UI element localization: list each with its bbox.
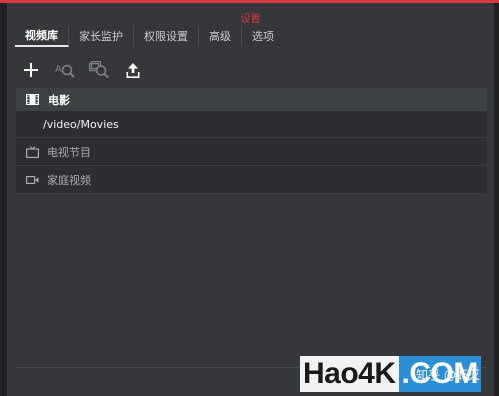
tab-options[interactable]: 选项 <box>242 25 284 47</box>
library-list: 电影 /video/Movies 电视节目 家庭视频 <box>16 88 487 194</box>
library-folder-path[interactable]: /video/Movies <box>16 111 487 138</box>
library-tv-shows[interactable]: 电视节目 <box>16 138 487 166</box>
library-tv-label: 电视节目 <box>47 145 91 159</box>
plus-icon <box>24 63 38 77</box>
window-frame-left <box>0 3 7 396</box>
tv-icon <box>26 145 39 158</box>
dialog-title: 设置 <box>240 14 261 25</box>
tab-parental-control[interactable]: 家长监护 <box>69 25 134 47</box>
search-media-button[interactable] <box>87 58 111 82</box>
library-home-videos[interactable]: 家庭视频 <box>16 166 487 194</box>
tab-video-library[interactable]: 视频库 <box>15 25 69 47</box>
tab-advanced[interactable]: 高级 <box>199 25 242 47</box>
search-text-button[interactable]: A <box>53 58 77 82</box>
tab-bar: 视频库 家长监护 权限设置 高级 选项 <box>15 25 284 47</box>
tab-permissions[interactable]: 权限设置 <box>134 25 199 47</box>
camera-icon <box>26 174 39 186</box>
watermark-part1: Hao4K <box>300 356 399 392</box>
svg-text:A: A <box>55 64 62 75</box>
search-text-icon: A <box>55 64 75 78</box>
library-movies[interactable]: 电影 <box>16 88 487 111</box>
window-frame-right <box>494 3 499 396</box>
library-toolbar: A <box>19 57 145 83</box>
settings-dialog: 设置 视频库 家长监护 权限设置 高级 选项 A 电影 /video/Movie… <box>7 3 494 396</box>
upload-icon <box>126 62 140 78</box>
film-icon <box>26 94 39 105</box>
add-button[interactable] <box>19 58 43 82</box>
library-home-video-label: 家庭视频 <box>47 173 91 187</box>
search-image-icon <box>89 61 109 79</box>
library-movies-label: 电影 <box>48 93 70 107</box>
upload-button[interactable] <box>121 58 145 82</box>
watermark-overlay-text: 知乎 @虾灭 <box>416 368 480 382</box>
